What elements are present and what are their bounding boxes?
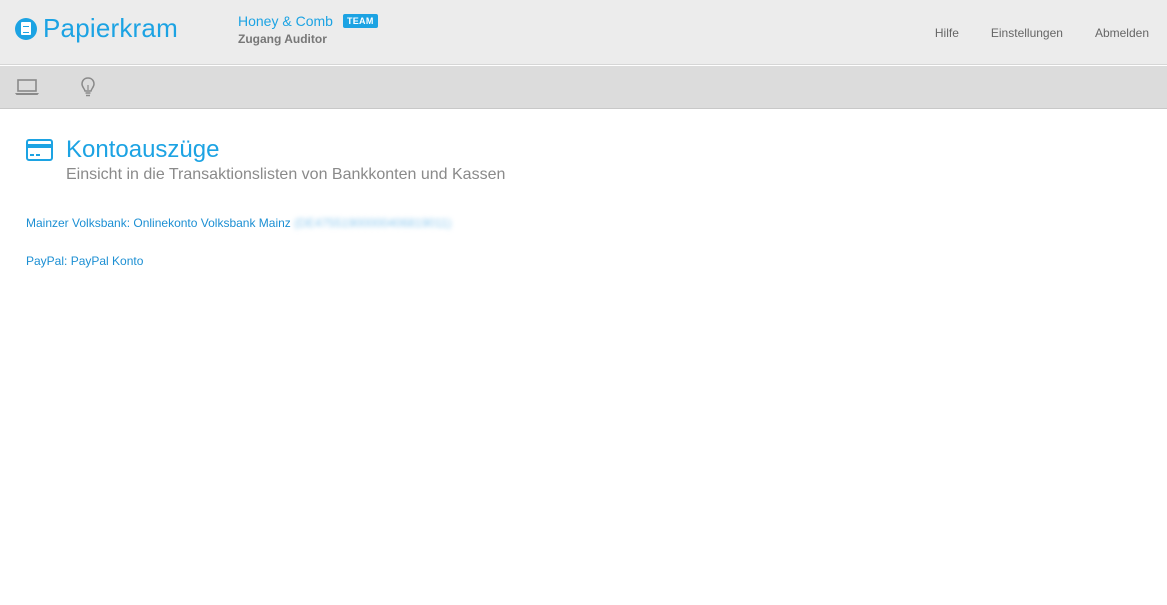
main-content: Kontoauszüge Einsicht in die Transaktion… [26, 136, 1147, 292]
settings-link[interactable]: Einstellungen [991, 26, 1063, 40]
access-level: Zugang Auditor [238, 32, 327, 46]
page-header: Kontoauszüge Einsicht in die Transaktion… [26, 136, 1147, 184]
lightbulb-icon [81, 77, 95, 97]
help-link[interactable]: Hilfe [935, 26, 959, 40]
toolbar [0, 66, 1167, 109]
top-navigation: Hilfe Einstellungen Abmelden [935, 26, 1149, 40]
papierkram-logo-icon [15, 17, 37, 40]
account-label: Mainzer Volksbank: Onlinekonto Volksbank… [26, 216, 291, 230]
account-link-paypal[interactable]: PayPal: PayPal Konto [26, 254, 1147, 268]
tips-button[interactable] [75, 76, 101, 98]
logout-link[interactable]: Abmelden [1095, 26, 1149, 40]
brand-logo[interactable]: Papierkram [15, 13, 178, 44]
page-title: Kontoauszüge [66, 136, 220, 163]
account-label: PayPal: PayPal Konto [26, 254, 144, 268]
account-info: Honey & Comb TEAM Zugang Auditor [238, 13, 378, 46]
team-badge: TEAM [342, 14, 378, 28]
account-iban: (DE47551900000406819011) [294, 216, 452, 230]
top-bar: Papierkram Honey & Comb TEAM Zugang Audi… [0, 0, 1167, 65]
page-subtitle: Einsicht in die Transaktionslisten von B… [66, 166, 506, 183]
company-name-link[interactable]: Honey & Comb [238, 13, 333, 29]
laptop-icon [15, 79, 39, 95]
laptop-button[interactable] [14, 76, 40, 98]
account-link-volksbank[interactable]: Mainzer Volksbank: Onlinekonto Volksbank… [26, 216, 1147, 230]
account-list: Mainzer Volksbank: Onlinekonto Volksbank… [26, 216, 1147, 268]
brand-name: Papierkram [43, 13, 178, 43]
credit-card-icon [26, 139, 53, 161]
